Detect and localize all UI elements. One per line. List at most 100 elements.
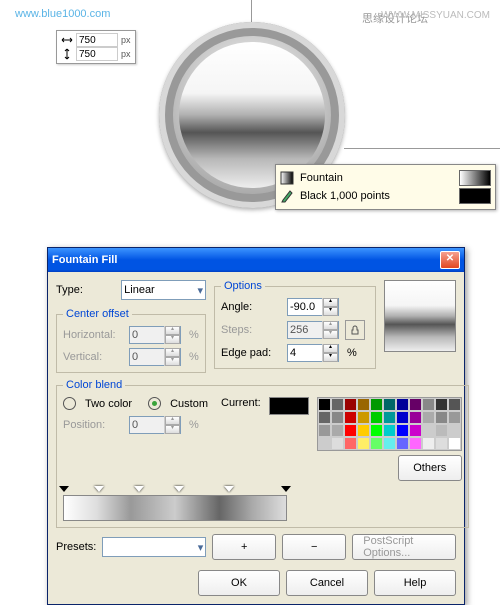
palette-color[interactable] — [370, 411, 383, 424]
help-button[interactable]: Help — [374, 570, 456, 596]
tooltip-outline: Black 1,000 points — [300, 190, 390, 202]
palette-color[interactable] — [448, 424, 461, 437]
height-unit: px — [121, 49, 131, 59]
palette-color[interactable] — [383, 398, 396, 411]
palette-color[interactable] — [331, 424, 344, 437]
palette-color[interactable] — [318, 424, 331, 437]
palette-color[interactable] — [318, 437, 331, 450]
palette-color[interactable] — [344, 437, 357, 450]
palette-color[interactable] — [331, 398, 344, 411]
tooltip-fill-type: Fountain — [300, 172, 343, 184]
palette-color[interactable] — [396, 411, 409, 424]
dialog-titlebar[interactable]: Fountain Fill ✕ — [48, 248, 464, 272]
fountain-fill-icon — [280, 171, 294, 185]
palette-color[interactable] — [370, 424, 383, 437]
width-input[interactable] — [76, 33, 118, 47]
palette-color[interactable] — [435, 411, 448, 424]
palette-color[interactable] — [435, 437, 448, 450]
palette-color[interactable] — [448, 411, 461, 424]
gradient-bar[interactable] — [63, 495, 287, 521]
type-label: Type: — [56, 284, 115, 296]
palette-color[interactable] — [396, 424, 409, 437]
position-label: Position: — [63, 419, 123, 431]
gradient-marker[interactable] — [94, 486, 104, 497]
preset-add-button[interactable]: + — [212, 534, 276, 560]
palette-color[interactable] — [435, 398, 448, 411]
gradient-marker[interactable] — [174, 486, 184, 497]
palette-color[interactable] — [357, 398, 370, 411]
fountain-fill-dialog: Fountain Fill ✕ Type: Linear▾ Center off… — [47, 247, 465, 605]
size-indicator: px px — [56, 30, 136, 64]
position-spinner: ▴▾ — [129, 416, 181, 434]
steps-spinner: ▴▾ — [287, 321, 339, 339]
horizontal-spinner: ▴▾ — [129, 326, 181, 344]
preset-remove-button[interactable]: − — [282, 534, 346, 560]
current-color-swatch[interactable] — [269, 397, 309, 415]
palette-color[interactable] — [331, 411, 344, 424]
pen-icon — [280, 189, 294, 203]
palette-color[interactable] — [396, 437, 409, 450]
lock-icon — [350, 325, 360, 335]
height-input[interactable] — [76, 47, 118, 61]
twocolor-radio[interactable]: Two color — [63, 397, 132, 410]
palette-color[interactable] — [422, 411, 435, 424]
palette-color[interactable] — [357, 437, 370, 450]
gradient-marker[interactable] — [281, 486, 291, 497]
palette-color[interactable] — [370, 398, 383, 411]
edgepad-label: Edge pad: — [221, 347, 281, 359]
steps-lock-button[interactable] — [345, 320, 365, 340]
center-offset-legend: Center offset — [63, 308, 132, 320]
gradient-marker[interactable] — [224, 486, 234, 497]
close-button[interactable]: ✕ — [440, 251, 460, 269]
width-icon — [61, 34, 73, 46]
watermark-url: www.blue1000.com — [15, 8, 110, 20]
palette-color[interactable] — [422, 437, 435, 450]
height-icon — [61, 48, 73, 60]
palette-color[interactable] — [383, 424, 396, 437]
palette-color[interactable] — [409, 411, 422, 424]
palette-color[interactable] — [357, 424, 370, 437]
palette-color[interactable] — [435, 424, 448, 437]
steps-label: Steps: — [221, 324, 281, 336]
palette-color[interactable] — [357, 411, 370, 424]
palette-color[interactable] — [409, 424, 422, 437]
ok-button[interactable]: OK — [198, 570, 280, 596]
palette-color[interactable] — [318, 398, 331, 411]
palette-color[interactable] — [409, 398, 422, 411]
palette-color[interactable] — [396, 398, 409, 411]
palette-color[interactable] — [383, 411, 396, 424]
colorblend-legend: Color blend — [63, 379, 125, 391]
dialog-title: Fountain Fill — [52, 254, 117, 266]
palette-color[interactable] — [370, 437, 383, 450]
fill-tooltip: Fountain Black 1,000 points — [275, 164, 496, 210]
palette-color[interactable] — [409, 437, 422, 450]
presets-dropdown[interactable]: ▾ — [102, 537, 206, 557]
cancel-button[interactable]: Cancel — [286, 570, 368, 596]
angle-spinner[interactable]: ▴▾ — [287, 298, 339, 316]
current-label: Current: — [221, 397, 261, 409]
width-unit: px — [121, 35, 131, 45]
presets-label: Presets: — [56, 541, 96, 553]
palette-color[interactable] — [422, 424, 435, 437]
color-palette[interactable] — [317, 397, 462, 451]
gradient-marker[interactable] — [134, 486, 144, 497]
palette-color[interactable] — [448, 437, 461, 450]
palette-color[interactable] — [344, 411, 357, 424]
edgepad-spinner[interactable]: ▴▾ — [287, 344, 339, 362]
type-dropdown[interactable]: Linear▾ — [121, 280, 206, 300]
angle-label: Angle: — [221, 301, 281, 313]
palette-color[interactable] — [422, 398, 435, 411]
palette-color[interactable] — [344, 424, 357, 437]
palette-color[interactable] — [331, 437, 344, 450]
palette-color[interactable] — [383, 437, 396, 450]
watermark-missyuan: WWW.MISSYUAN.COM — [381, 10, 490, 21]
palette-color[interactable] — [318, 411, 331, 424]
palette-color[interactable] — [344, 398, 357, 411]
outline-swatch — [459, 188, 491, 204]
palette-color[interactable] — [448, 398, 461, 411]
options-legend: Options — [221, 280, 265, 292]
custom-radio[interactable]: Custom — [148, 397, 208, 410]
others-button[interactable]: Others — [398, 455, 462, 481]
gradient-marker[interactable] — [59, 486, 69, 497]
vertical-label: Vertical: — [63, 351, 123, 363]
